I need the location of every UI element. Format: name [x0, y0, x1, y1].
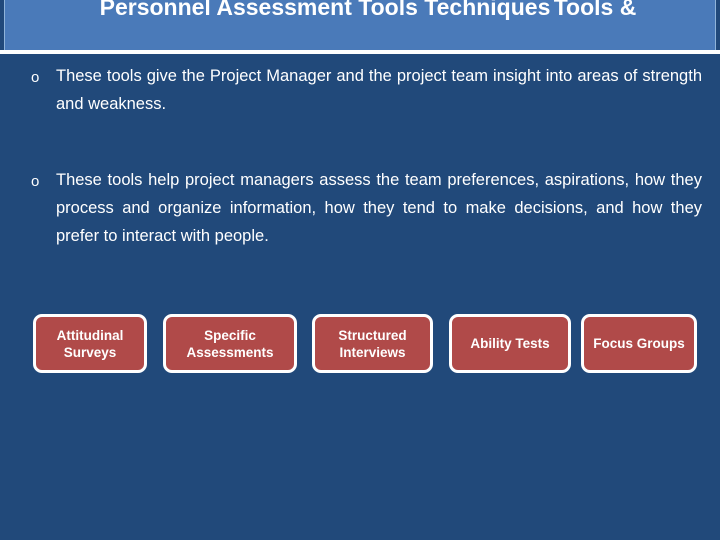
term-box-label: Specific Assessments: [186, 327, 274, 360]
slide-header-band: Personnel Assessment Tools Techniques To…: [4, 0, 716, 50]
term-box-specific-assessments[interactable]: Specific Assessments: [163, 314, 297, 373]
slide-body: o These tools give the Project Manager a…: [0, 62, 720, 250]
bullet-item: o These tools give the Project Manager a…: [0, 62, 720, 118]
term-box-ability-tests[interactable]: Ability Tests: [449, 314, 571, 373]
bullet-item: o These tools help project managers asse…: [0, 166, 720, 250]
bullet-text: These tools give the Project Manager and…: [56, 67, 702, 113]
term-box-attitudinal-surveys[interactable]: Attitudinal Surveys: [33, 314, 147, 373]
term-box-label: Structured Interviews: [338, 327, 407, 360]
bullet-text: These tools help project managers assess…: [56, 171, 702, 245]
term-box-label: Focus Groups: [593, 336, 685, 351]
term-box-structured-interviews[interactable]: Structured Interviews: [312, 314, 433, 373]
term-box-focus-groups[interactable]: Focus Groups: [581, 314, 697, 373]
header-divider: [0, 50, 720, 54]
slide-title-secondary: Tools &: [553, 0, 637, 20]
circle-outline-bullet-icon: o: [31, 173, 40, 190]
presentation-slide: Personnel Assessment Tools Techniques To…: [0, 0, 720, 540]
circle-outline-bullet-icon: o: [31, 69, 40, 86]
term-box-label: Attitudinal Surveys: [56, 327, 124, 360]
term-box-label: Ability Tests: [470, 336, 550, 351]
term-box-row: Attitudinal Surveys Specific Assessments…: [0, 314, 720, 378]
